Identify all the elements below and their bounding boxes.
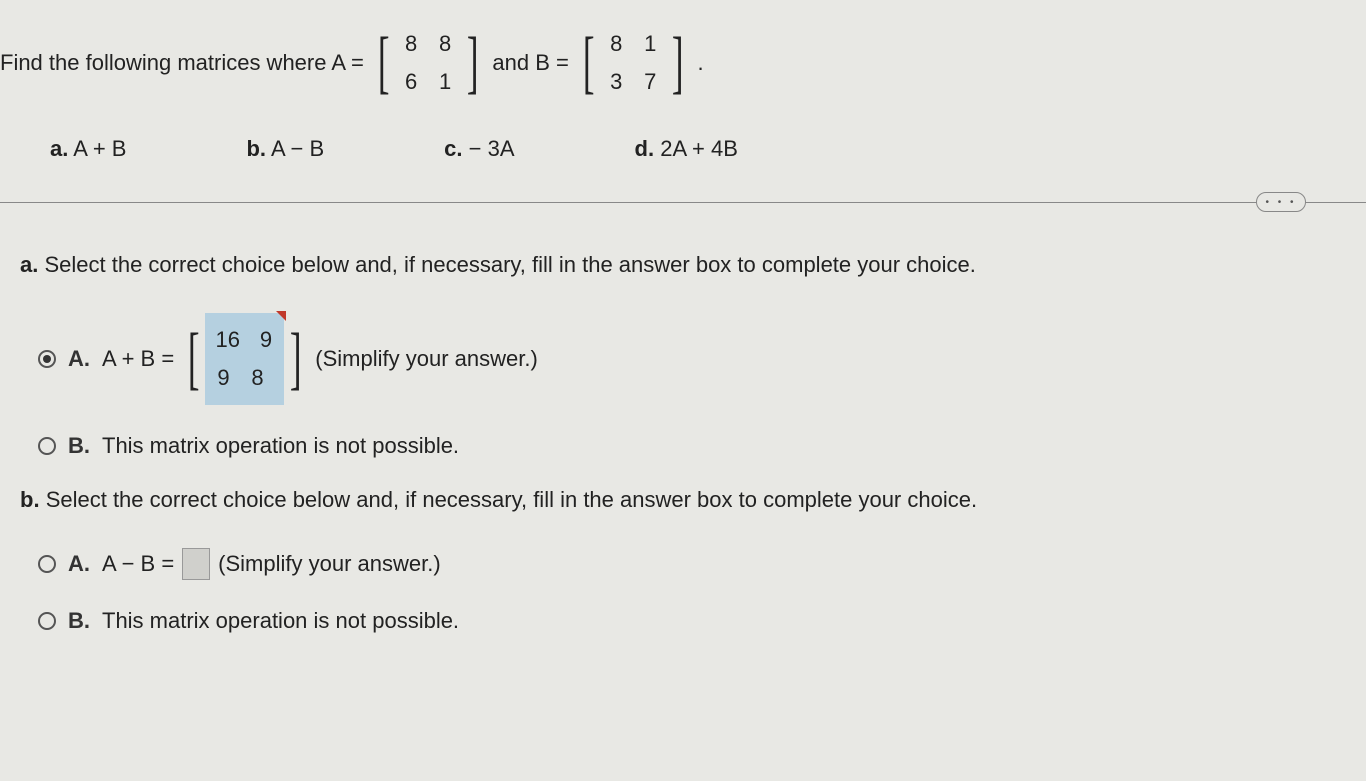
answer-matrix-input[interactable]: [ 16 9 9 8 ] [182, 313, 307, 405]
bracket-right-icon: ] [672, 28, 684, 98]
bracket-right-icon: ] [290, 324, 302, 394]
section-b: b. Select the correct choice below and, … [0, 487, 1366, 634]
choice-label: B. [68, 433, 90, 459]
question-line: Find the following matrices where A = [ … [0, 20, 1366, 106]
matrix-b-cell: 1 [642, 31, 658, 57]
part-b: b. A − B [246, 136, 324, 162]
divider-line [0, 202, 1366, 203]
answer-input-box[interactable] [182, 548, 210, 580]
answer-cell[interactable]: 16 [215, 327, 239, 353]
bracket-left-icon: [ [188, 324, 200, 394]
part-d: d. 2A + 4B [635, 136, 738, 162]
radio-unselected-icon[interactable] [38, 437, 56, 455]
choice-hint: (Simplify your answer.) [315, 346, 538, 372]
bracket-left-icon: [ [378, 28, 390, 98]
section-b-choice-b[interactable]: B. This matrix operation is not possible… [20, 608, 1346, 634]
choice-label: B. [68, 608, 90, 634]
choice-hint: (Simplify your answer.) [218, 551, 441, 577]
matrix-b-cell: 3 [608, 69, 624, 95]
part-a: a. A + B [50, 136, 126, 162]
choice-text: This matrix operation is not possible. [102, 433, 459, 459]
section-b-prompt: b. Select the correct choice below and, … [20, 487, 1346, 513]
section-b-choice-a[interactable]: A. A − B = (Simplify your answer.) [20, 548, 1346, 580]
cursor-indicator-icon [276, 311, 286, 321]
matrix-a: [ 8 8 6 1 ] [372, 20, 485, 106]
parts-row: a. A + B b. A − B c. − 3A d. 2A + 4B [0, 136, 1366, 162]
radio-unselected-icon[interactable] [38, 612, 56, 630]
choice-text: This matrix operation is not possible. [102, 608, 459, 634]
answer-cell[interactable]: 9 [215, 365, 231, 391]
question-end: . [698, 50, 704, 76]
matrix-a-cell: 8 [437, 31, 453, 57]
bracket-left-icon: [ [583, 28, 595, 98]
part-c: c. − 3A [444, 136, 514, 162]
matrix-b-cell: 8 [608, 31, 624, 57]
choice-label: A. [68, 551, 90, 577]
more-options-button[interactable]: • • • [1256, 192, 1306, 212]
section-a-choice-b[interactable]: B. This matrix operation is not possible… [20, 433, 1346, 459]
matrix-a-cell: 8 [403, 31, 419, 57]
section-a-choice-a[interactable]: A. A + B = [ 16 9 9 8 ] (Simplify you [20, 313, 1346, 405]
choice-expr: A − B = [102, 551, 174, 577]
answer-cell[interactable]: 9 [258, 327, 274, 353]
section-a: a. Select the correct choice below and, … [0, 252, 1366, 459]
matrix-a-cell: 1 [437, 69, 453, 95]
question-mid: and B = [492, 50, 568, 76]
bracket-right-icon: ] [467, 28, 479, 98]
choice-label: A. [68, 346, 90, 372]
radio-selected-icon[interactable] [38, 350, 56, 368]
matrix-b-cell: 7 [642, 69, 658, 95]
answer-cell[interactable]: 8 [249, 365, 265, 391]
question-prefix: Find the following matrices where A = [0, 50, 364, 76]
choice-expr: A + B = [102, 346, 174, 372]
radio-unselected-icon[interactable] [38, 555, 56, 573]
matrix-a-cell: 6 [403, 69, 419, 95]
section-a-prompt: a. Select the correct choice below and, … [20, 252, 1346, 278]
matrix-b: [ 8 1 3 7 ] [577, 20, 690, 106]
divider-row: • • • [0, 202, 1366, 222]
